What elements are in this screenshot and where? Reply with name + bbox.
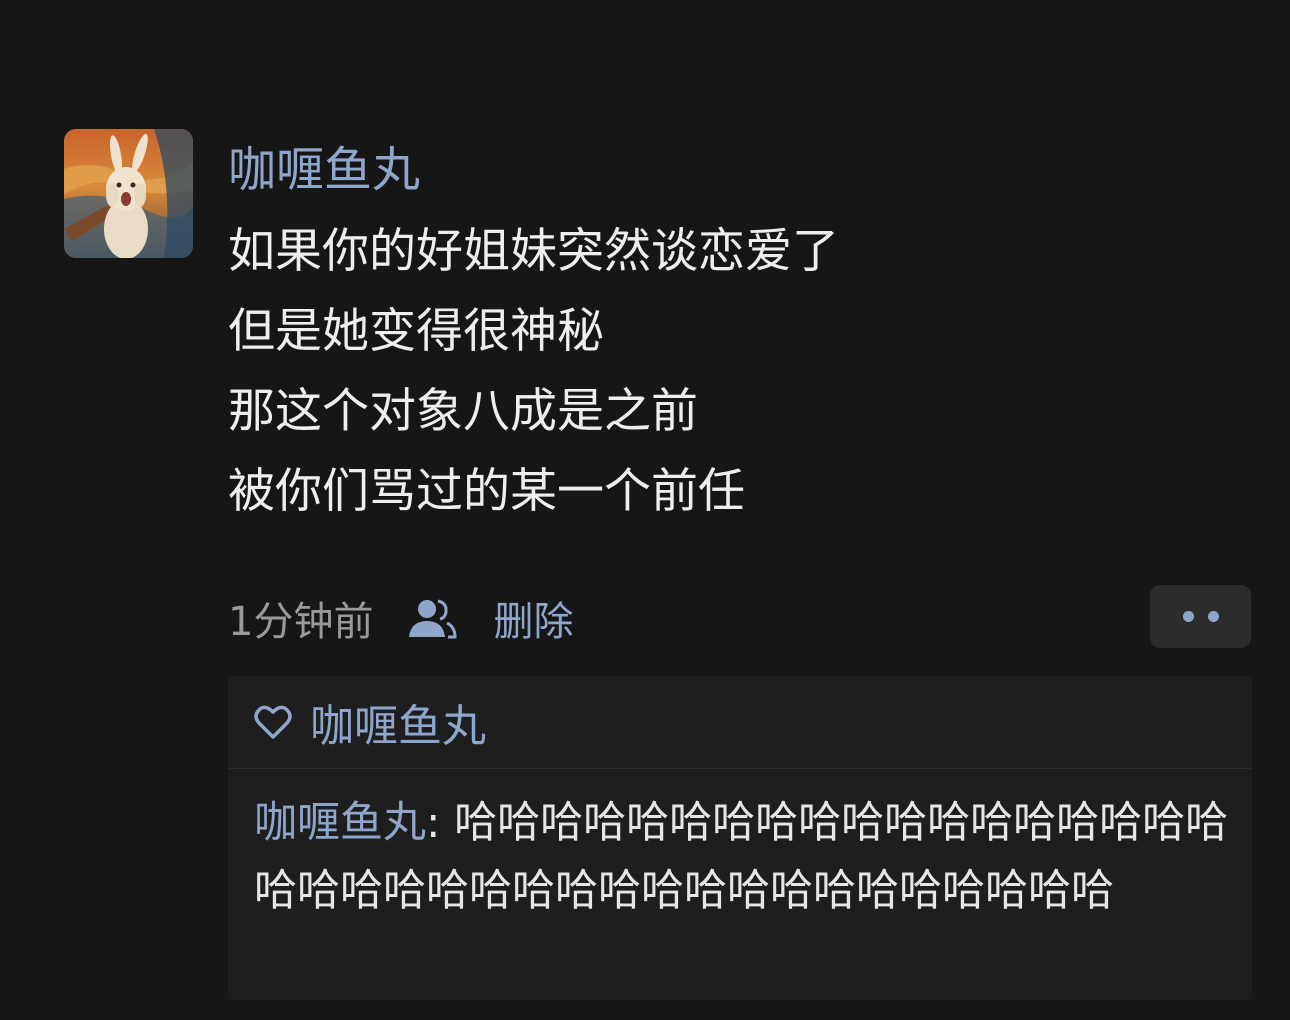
post-text-line: 如果你的好姐妹突然谈恋爱了	[228, 224, 839, 279]
interaction-panel: 咖喱鱼丸 咖喱鱼丸: 哈哈哈哈哈哈哈哈哈哈哈哈哈哈哈哈哈哈哈哈哈哈哈哈哈哈哈哈哈…	[228, 676, 1252, 1000]
comment-item: 咖喱鱼丸: 哈哈哈哈哈哈哈哈哈哈哈哈哈哈哈哈哈哈哈哈哈哈哈哈哈哈哈哈哈哈哈哈哈哈…	[228, 769, 1252, 925]
post-username[interactable]: 咖喱鱼丸	[228, 140, 420, 200]
like-user-name[interactable]: 咖喱鱼丸	[310, 690, 486, 754]
more-dots-icon	[1207, 611, 1219, 622]
post-timestamp: 1分钟前	[228, 599, 374, 645]
avatar-image	[64, 129, 193, 258]
comment-separator: :	[426, 798, 455, 848]
post-text-line: 但是她变得很神秘	[228, 304, 604, 359]
comment-author[interactable]: 咖喱鱼丸	[254, 798, 426, 848]
post-content: 如果你的好姐妹突然谈恋爱了 但是她变得很神秘 那这个对象八成是之前 被你们骂过的…	[228, 212, 1188, 532]
post-meta: 1分钟前 删除	[228, 588, 573, 648]
post-text-line: 被你们骂过的某一个前任	[228, 464, 745, 519]
post-text-line: 那这个对象八成是之前	[228, 384, 698, 439]
friends-icon[interactable]	[407, 596, 459, 640]
likes-row: 咖喱鱼丸	[228, 676, 1252, 769]
more-options-button[interactable]	[1150, 585, 1251, 648]
more-dots-icon	[1182, 611, 1194, 622]
avatar[interactable]	[64, 129, 193, 258]
heart-icon	[254, 702, 294, 742]
delete-button[interactable]: 删除	[493, 589, 573, 647]
